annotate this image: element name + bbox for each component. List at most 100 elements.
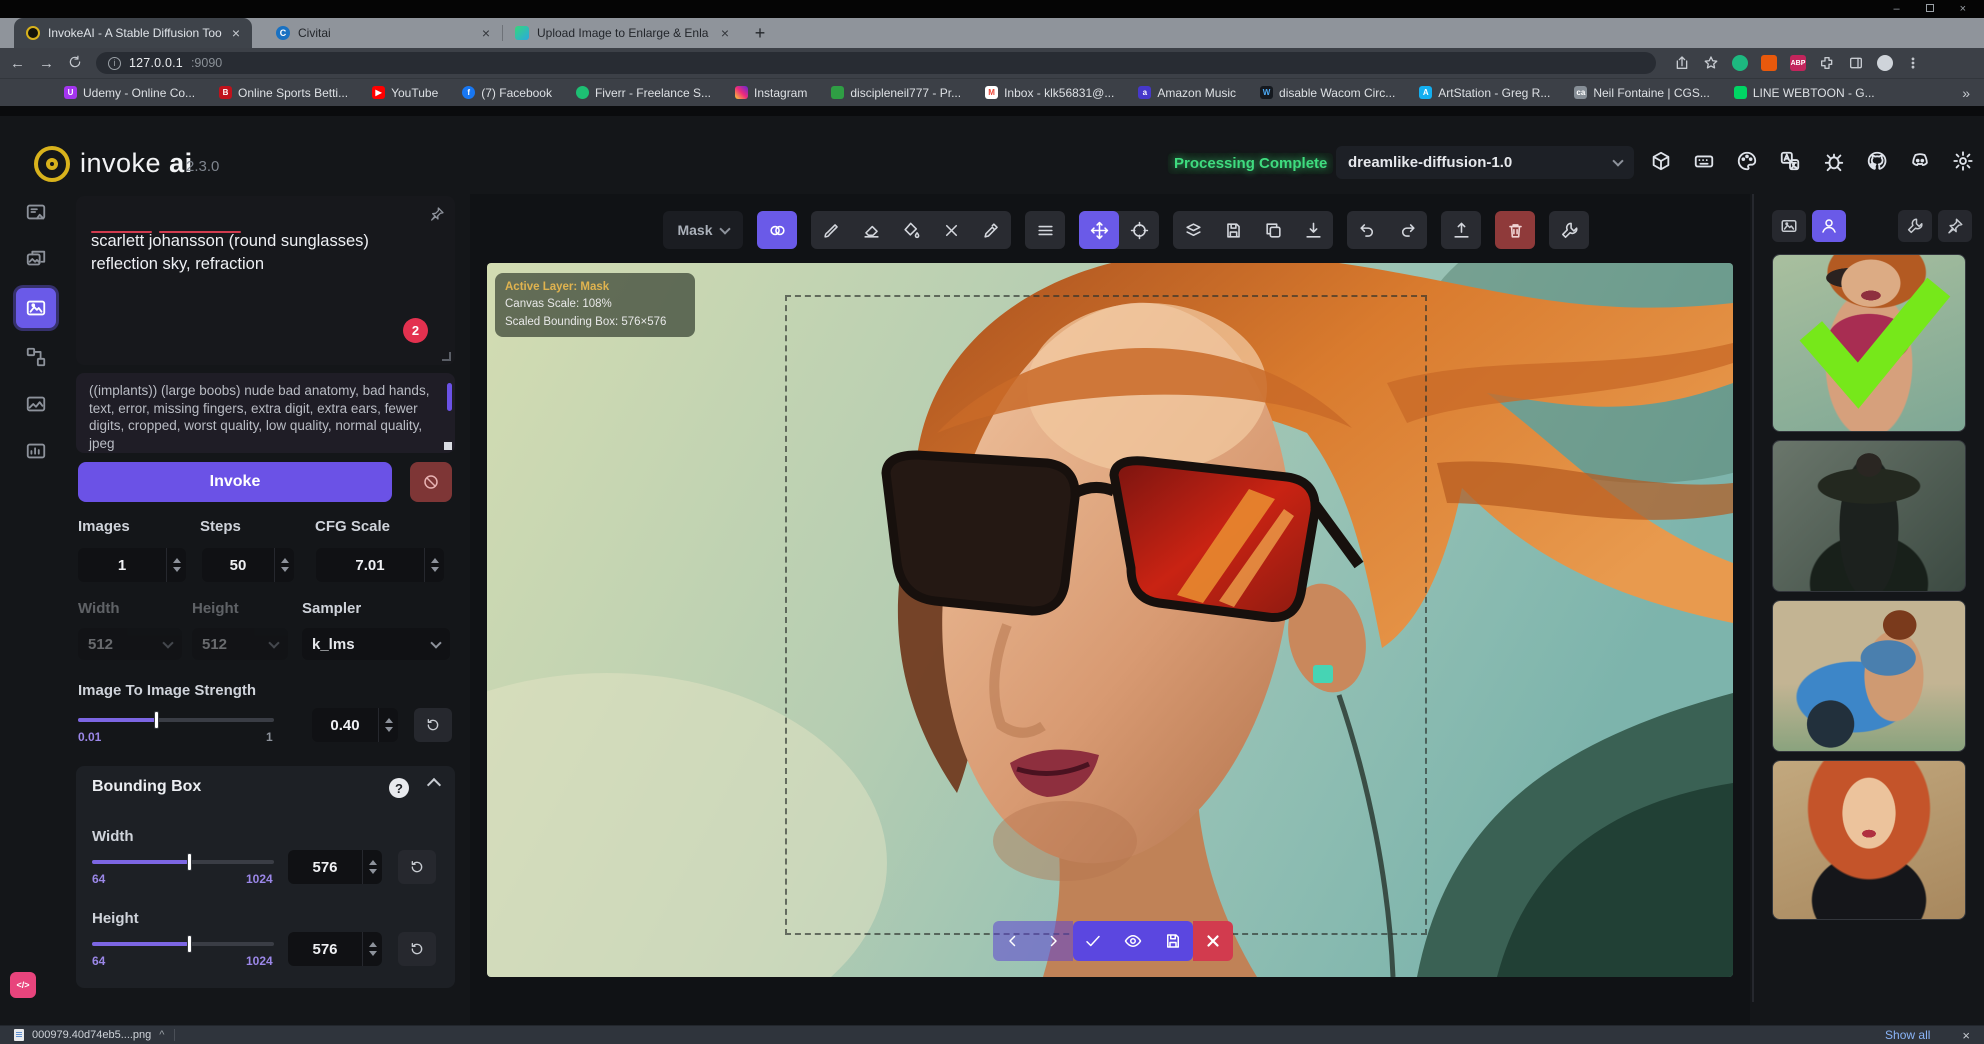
settings-gear-icon[interactable]: [1952, 150, 1974, 172]
save-staging-button[interactable]: [1153, 921, 1193, 961]
show-hide-staging-button[interactable]: [1113, 921, 1153, 961]
undo-button[interactable]: [1347, 211, 1387, 249]
theme-palette-icon[interactable]: [1736, 150, 1758, 172]
stepper[interactable]: [378, 708, 398, 742]
sidepanel-icon[interactable]: [1848, 55, 1864, 71]
erase-bounding-box-button[interactable]: [931, 211, 971, 249]
images-input[interactable]: 1: [78, 548, 186, 582]
tab-upload-image[interactable]: Upload Image to Enlarge & Enla ×: [503, 18, 741, 48]
tab-close-icon[interactable]: ×: [719, 25, 731, 41]
download-image-button[interactable]: [1293, 211, 1333, 249]
tab-close-icon[interactable]: ×: [480, 25, 492, 41]
slider-thumb[interactable]: [154, 711, 159, 729]
pin-gallery-button[interactable]: [1938, 210, 1972, 242]
download-item[interactable]: 000979.40d74eb5....png ^: [14, 1029, 164, 1041]
previous-image-button[interactable]: [993, 921, 1033, 961]
tab-invokeai[interactable]: InvokeAI - A Stable Diffusion Too ×: [14, 18, 252, 48]
bookmark-youtube[interactable]: ▶YouTube: [372, 86, 438, 100]
bbox-width-slider[interactable]: [92, 860, 274, 864]
bookmark-webtoon[interactable]: LINE WEBTOON - G...: [1734, 86, 1875, 100]
accept-image-button[interactable]: [1073, 921, 1113, 961]
new-tab-button[interactable]: +: [747, 20, 773, 46]
model-select[interactable]: dreamlike-diffusion-1.0: [1336, 146, 1634, 179]
gallery-images-toggle[interactable]: [1772, 210, 1806, 242]
bookmark-artstation[interactable]: AArtStation - Greg R...: [1419, 86, 1550, 100]
bookmark-facebook[interactable]: f(7) Facebook: [462, 86, 552, 100]
fill-bounding-box-button[interactable]: [891, 211, 931, 249]
address-bar[interactable]: i 127.0.0.1:9090: [96, 52, 1656, 74]
close-download-bar-button[interactable]: ×: [1962, 1028, 1970, 1043]
help-icon[interactable]: ?: [389, 778, 409, 798]
forward-button[interactable]: →: [39, 56, 54, 71]
bookmark-wacom[interactable]: Wdisable Wacom Circ...: [1260, 86, 1395, 100]
canvas-settings-button[interactable]: [1549, 211, 1589, 249]
console-toggle-button[interactable]: </>: [10, 972, 36, 998]
brush-options-button[interactable]: [1025, 211, 1065, 249]
eraser-tool-button[interactable]: [851, 211, 891, 249]
scrollbar-thumb[interactable]: [447, 383, 452, 411]
pin-icon[interactable]: [429, 206, 445, 228]
github-icon[interactable]: [1866, 150, 1888, 172]
slider-thumb[interactable]: [187, 853, 192, 871]
resize-handle-icon[interactable]: [442, 352, 451, 361]
sampler-select[interactable]: k_lms: [302, 628, 450, 660]
bookmark-instagram[interactable]: Instagram: [735, 86, 807, 100]
bookmark-neil-fontaine[interactable]: caNeil Fontaine | CGS...: [1574, 86, 1710, 100]
layer-select[interactable]: Mask: [663, 211, 743, 249]
minimize-button[interactable]: –: [1893, 4, 1899, 14]
copy-to-clipboard-button[interactable]: [1253, 211, 1293, 249]
save-to-gallery-button[interactable]: [1213, 211, 1253, 249]
show-all-downloads-link[interactable]: Show all: [1885, 1028, 1930, 1042]
report-bug-icon[interactable]: [1823, 150, 1845, 172]
bbox-width-reset-button[interactable]: [398, 850, 436, 884]
menu-kebab-icon[interactable]: [1906, 56, 1920, 70]
discord-icon[interactable]: [1909, 150, 1931, 172]
reload-button[interactable]: [68, 55, 82, 72]
stepper[interactable]: [362, 850, 382, 884]
reset-view-button[interactable]: [1119, 211, 1159, 249]
hotkeys-keyboard-icon[interactable]: [1693, 150, 1715, 172]
tab-training[interactable]: [18, 433, 54, 469]
close-window-button[interactable]: ×: [1960, 4, 1966, 14]
bookmark-disciple[interactable]: discipleneil777 - Pr...: [831, 86, 961, 100]
prompt-input[interactable]: scarlett johansson (round sunglasses) re…: [76, 196, 455, 365]
tab-close-icon[interactable]: ×: [230, 25, 242, 41]
color-picker-button[interactable]: [971, 211, 1011, 249]
tab-text-to-image[interactable]: [18, 194, 54, 230]
strength-slider[interactable]: [78, 718, 274, 722]
canvas-image[interactable]: Active Layer: Mask Canvas Scale: 108% Sc…: [487, 263, 1733, 977]
bbox-height-slider[interactable]: [92, 942, 274, 946]
redo-button[interactable]: [1387, 211, 1427, 249]
adblock-extension-icon[interactable]: ABP: [1790, 55, 1806, 71]
resize-handle-icon[interactable]: [444, 442, 452, 450]
steps-input[interactable]: 50: [202, 548, 294, 582]
upload-image-button[interactable]: [1441, 211, 1481, 249]
bookmark-udemy[interactable]: UUdemy - Online Co...: [64, 86, 195, 100]
extensions-puzzle-icon[interactable]: [1819, 55, 1835, 71]
profile-avatar[interactable]: [1877, 55, 1893, 71]
bounding-box-outline[interactable]: [785, 295, 1427, 935]
slider-thumb[interactable]: [187, 935, 192, 953]
share-icon[interactable]: [1674, 55, 1690, 71]
width-select[interactable]: 512: [78, 628, 182, 660]
model-manager-cube-icon[interactable]: [1650, 150, 1672, 172]
tab-civitai[interactable]: C Civitai ×: [264, 18, 502, 48]
strength-reset-button[interactable]: [414, 708, 452, 742]
bbox-width-input[interactable]: 576: [288, 850, 382, 884]
download-caret-icon[interactable]: ^: [159, 1029, 164, 1041]
tab-nodes[interactable]: [18, 339, 54, 375]
height-select[interactable]: 512: [192, 628, 288, 660]
extension-orange-icon[interactable]: [1761, 55, 1777, 71]
language-translate-icon[interactable]: [1779, 150, 1801, 172]
cfg-input[interactable]: 7.01: [316, 548, 444, 582]
move-tool-button[interactable]: [1079, 211, 1119, 249]
gallery-uploads-toggle[interactable]: [1812, 210, 1846, 242]
gallery-thumbnail[interactable]: [1772, 440, 1966, 592]
extension-green-icon[interactable]: [1732, 55, 1748, 71]
strength-input[interactable]: 0.40: [312, 708, 398, 742]
clear-canvas-button[interactable]: [1495, 211, 1535, 249]
tab-unified-canvas[interactable]: [16, 288, 56, 328]
stepper[interactable]: [274, 548, 294, 582]
invoke-button[interactable]: Invoke: [78, 462, 392, 502]
stepper[interactable]: [424, 548, 444, 582]
